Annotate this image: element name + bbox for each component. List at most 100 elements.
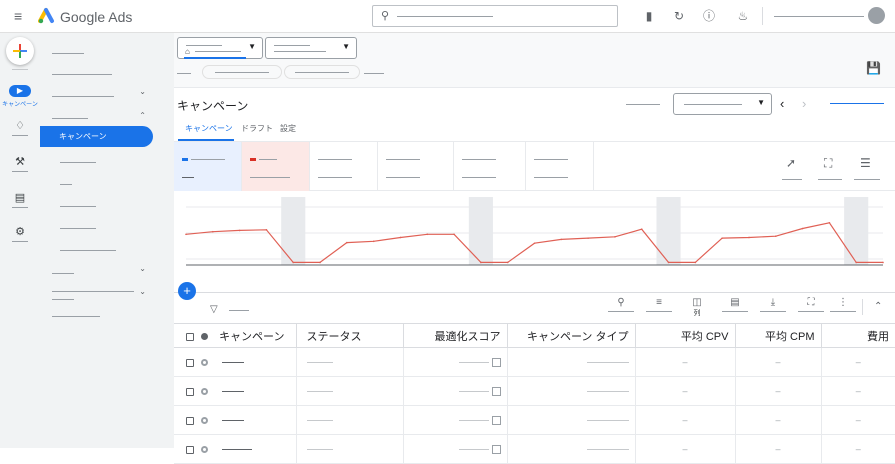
rail-item-billing[interactable]: ▤ — [0, 191, 40, 208]
rail-item-tools[interactable]: ⚒ — [0, 155, 40, 172]
metric-card-red[interactable] — [242, 142, 310, 191]
header-campaign-type[interactable]: キャンペーン タイプ — [507, 323, 636, 348]
chart-point-10 — [453, 233, 455, 236]
account-dropdown[interactable]: ⌂ ▼ — [177, 37, 263, 59]
nav-group[interactable] — [52, 267, 74, 277]
campaign-name[interactable] — [222, 391, 244, 393]
create-button[interactable] — [6, 37, 34, 65]
chevron-down-icon[interactable]: ⌄ — [139, 287, 146, 296]
chart-point-19 — [694, 261, 697, 264]
nav-item[interactable] — [60, 222, 96, 232]
tab-settings[interactable]: 設定 — [280, 123, 296, 134]
home-icon: ⌂ — [185, 47, 190, 56]
row-checkbox[interactable] — [186, 416, 194, 425]
filter-icon[interactable]: ▽ — [210, 304, 218, 315]
chart-point-7 — [372, 240, 375, 243]
filter-bar: ⌂ ▼ ▼ 💾 — [174, 33, 895, 88]
metric-card[interactable] — [526, 142, 594, 191]
header-status[interactable]: ステータス — [296, 323, 404, 348]
tab-campaigns[interactable]: キャンペーン — [185, 123, 233, 134]
select-all-checkbox[interactable] — [186, 332, 194, 341]
header-campaign[interactable]: キャンペーン — [174, 323, 297, 348]
chart-point-20 — [721, 237, 723, 239]
more-button[interactable]: ⋮ — [828, 297, 858, 312]
chart-point-26 — [882, 261, 884, 264]
bell-icon[interactable]: ♨ — [734, 7, 752, 25]
header-cost[interactable]: 費用 — [821, 323, 895, 348]
reports-tool-button[interactable]: ▤ — [720, 297, 750, 312]
table-row[interactable]: – – – — [174, 405, 895, 435]
filter-chip[interactable] — [284, 65, 360, 79]
nav-item[interactable] — [52, 68, 112, 78]
search-input[interactable]: ⚲ — [372, 5, 618, 27]
status-dot — [201, 333, 208, 341]
reports-icon[interactable]: ▮ — [640, 7, 658, 25]
next-period-icon[interactable]: › — [802, 96, 806, 111]
metric-card-blue[interactable] — [174, 142, 242, 191]
cell-avg-cpv: – — [635, 347, 736, 377]
expand-icon[interactable]: ⛶ — [824, 156, 832, 171]
search-tool-button[interactable]: ⚲ — [606, 297, 636, 312]
megaphone-icon: ▶ — [9, 85, 31, 97]
chevron-up-icon[interactable]: ⌃ — [874, 301, 882, 312]
prev-period-icon[interactable]: ‹ — [780, 96, 784, 111]
header-optimization-score[interactable]: 最適化スコア — [403, 323, 508, 348]
table-row[interactable]: – – – — [174, 434, 895, 464]
header-avg-cpm[interactable]: 平均 CPM — [735, 323, 822, 348]
filter-chip[interactable] — [202, 65, 282, 79]
metric-card[interactable] — [454, 142, 526, 191]
google-ads-logo[interactable] — [38, 7, 56, 25]
header-avg-cpv[interactable]: 平均 CPV — [635, 323, 736, 348]
campaign-name[interactable] — [222, 420, 244, 422]
cell-avg-cpm: – — [735, 376, 822, 406]
chevron-up-icon[interactable]: ⌃ — [139, 111, 146, 120]
trend-icon[interactable]: ➚ — [786, 156, 796, 170]
rail-item-admin[interactable]: ⚙ — [0, 225, 40, 242]
avatar[interactable] — [868, 7, 885, 24]
row-checkbox[interactable] — [186, 445, 194, 454]
nav-item[interactable] — [52, 47, 84, 57]
nav-item[interactable] — [60, 156, 96, 166]
nav-panel: ⌄ ⌃ キャンペーン ⌄ ⌄ — [40, 33, 174, 448]
table-row[interactable]: – – – — [174, 376, 895, 406]
chart-point-4 — [292, 261, 295, 264]
help-icon[interactable]: ⓘ — [700, 7, 718, 25]
chart-point-9 — [426, 233, 429, 236]
score-icon — [491, 445, 501, 455]
add-fab-button[interactable]: + — [178, 282, 196, 300]
nav-item[interactable] — [60, 244, 116, 254]
columns-button[interactable]: ◫ 列 — [682, 297, 712, 318]
metric-card[interactable] — [310, 142, 378, 191]
cell-avg-cpv: – — [635, 376, 736, 406]
nav-item[interactable] — [52, 310, 100, 320]
table-row[interactable]: – – – — [174, 347, 895, 377]
row-checkbox[interactable] — [186, 358, 194, 367]
campaign-dropdown[interactable]: ▼ — [265, 37, 357, 59]
refresh-icon[interactable]: ↻ — [670, 7, 688, 25]
rail-item-goals[interactable]: ♢ — [0, 119, 40, 136]
save-icon[interactable]: 💾 — [866, 61, 881, 75]
tools-icon: ⚒ — [15, 156, 25, 168]
metric-card[interactable] — [378, 142, 454, 191]
tab-drafts[interactable]: ドラフト — [241, 123, 273, 134]
nav-group[interactable] — [52, 112, 88, 122]
hamburger-icon[interactable]: ≡ — [14, 8, 22, 24]
chart-point-11 — [480, 261, 482, 264]
account-name[interactable] — [774, 16, 864, 17]
nav-item[interactable] — [60, 178, 72, 188]
adjust-icon[interactable]: ☰ — [860, 156, 871, 170]
date-range-dropdown[interactable]: ▼ — [673, 93, 772, 115]
campaign-name[interactable] — [222, 362, 244, 364]
rail-item-campaigns[interactable]: ▶ キャンペーン — [0, 85, 40, 108]
row-checkbox[interactable] — [186, 387, 194, 396]
download-button[interactable]: ⤓ — [758, 297, 788, 312]
nav-item[interactable] — [52, 293, 74, 303]
chevron-down-icon[interactable]: ⌄ — [139, 87, 146, 96]
expand-table-button[interactable]: ⛶ — [796, 297, 826, 312]
campaign-name[interactable] — [222, 449, 252, 451]
chart-point-22 — [774, 235, 777, 237]
nav-item-campaigns[interactable]: キャンペーン — [40, 126, 153, 147]
chevron-down-icon[interactable]: ⌄ — [139, 264, 146, 273]
segment-tool-button[interactable]: ≡ — [644, 297, 674, 312]
nav-item[interactable] — [60, 200, 96, 210]
